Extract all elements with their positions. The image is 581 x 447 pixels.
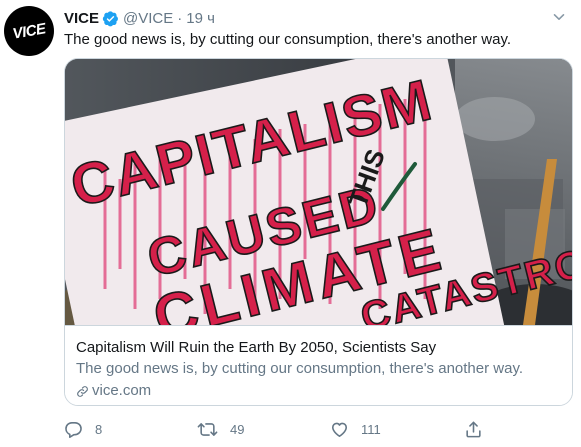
link-card[interactable]: CAPITALISM CAUSED CLIMATE CATASTROPHE TH… [64,58,573,406]
reply-button[interactable]: 8 [64,418,102,440]
author-handle[interactable]: @VICE [123,10,173,27]
card-domain: vice.com [76,381,151,401]
vice-avatar[interactable]: VICE [4,6,54,56]
card-domain-text: vice.com [92,382,152,399]
card-description: The good news is, by cutting our consump… [76,360,523,377]
tweet-actions: 8 49 111 [64,418,564,440]
reply-count: 8 [95,421,103,437]
tweet: VICE VICE @VICE · 19 ч The good news is,… [0,0,581,447]
retweet-button[interactable]: 49 [197,418,244,440]
share-button[interactable] [464,418,483,440]
share-icon [466,421,481,437]
like-button[interactable]: 111 [330,418,381,440]
protest-sign-image: CAPITALISM CAUSED CLIMATE CATASTROPHE TH… [65,59,572,325]
heart-icon [331,422,348,437]
separator-dot: · [177,9,183,27]
link-icon [77,385,88,397]
retweet-count: 49 [230,421,245,437]
author-name[interactable]: VICE [64,10,99,27]
vice-logo-icon: VICE [11,20,48,43]
tweet-timestamp[interactable]: 19 ч [186,10,215,27]
card-info: Capitalism Will Ruin the Earth By 2050, … [65,325,572,405]
chevron-down-icon[interactable] [553,10,565,28]
reply-icon [65,421,82,438]
card-image: CAPITALISM CAUSED CLIMATE CATASTROPHE TH… [65,59,572,325]
retweet-icon [197,422,218,436]
card-title[interactable]: Capitalism Will Ruin the Earth By 2050, … [76,338,436,358]
verified-badge-icon [102,10,119,27]
like-count: 111 [361,421,381,437]
tweet-header: VICE @VICE · 19 ч [64,8,215,28]
svg-text:VICE: VICE [11,20,48,43]
tweet-text: The good news is, by cutting our consump… [64,31,511,48]
